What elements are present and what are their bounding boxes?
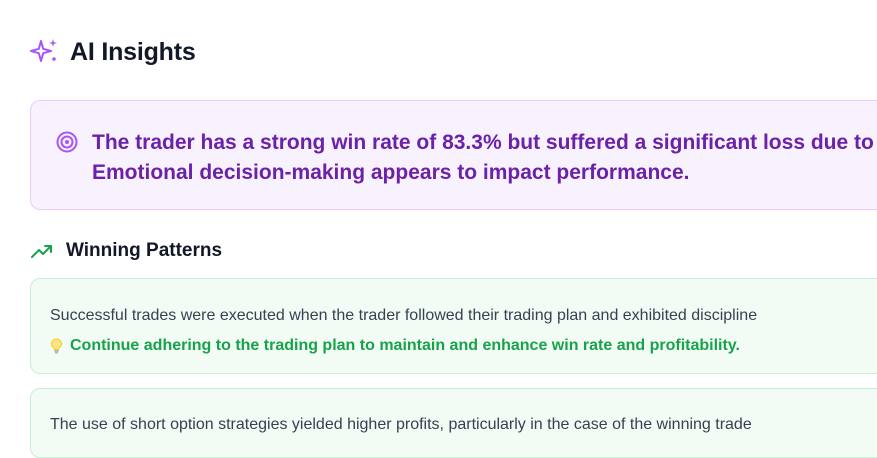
pattern-card: Successful trades were executed when the… (30, 278, 877, 374)
pattern-description: The use of short option strategies yield… (50, 416, 752, 433)
summary-line-2: Emotional decision-making appears to imp… (92, 161, 690, 184)
target-icon (56, 131, 78, 153)
advice-text: Continue adhering to the trading plan to… (70, 337, 740, 354)
section-title: Winning Patterns (66, 240, 223, 261)
summary-text: The trader has a strong win rate of 83.3… (92, 128, 877, 188)
lightbulb-icon (50, 338, 63, 354)
sparkles-icon (30, 37, 60, 67)
page-title: AI Insights (70, 37, 196, 66)
pattern-advice: Continue adhering to the trading plan to… (50, 335, 740, 357)
ai-insights-header: AI Insights (30, 36, 196, 68)
winning-patterns-heading: Winning Patterns (30, 238, 222, 264)
pattern-description: Successful trades were executed when the… (50, 307, 758, 324)
pattern-card: The use of short option strategies yield… (30, 388, 877, 458)
trending-up-icon (30, 241, 54, 261)
summary-line-1: The trader has a strong win rate of 83.3… (92, 131, 877, 154)
insight-summary: The trader has a strong win rate of 83.3… (30, 100, 877, 210)
